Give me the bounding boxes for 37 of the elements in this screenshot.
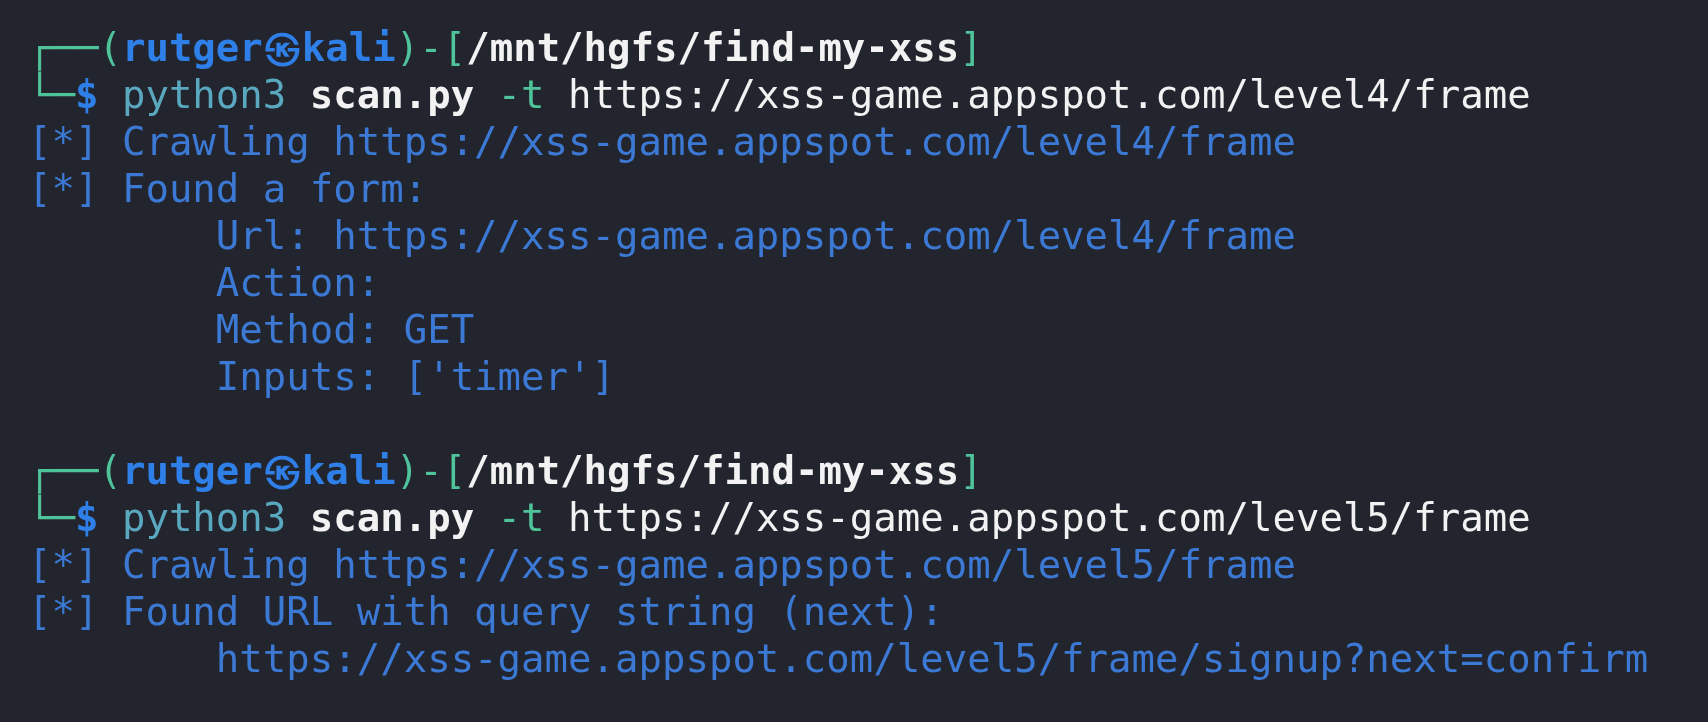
command-name: python3 — [121, 494, 287, 541]
status-marker: [*] — [28, 588, 99, 635]
prompt-frame: ┌──( — [28, 447, 122, 494]
command-argument: https://xss-game.appspot.com/level5/frame — [568, 494, 1531, 541]
prompt-frame: ] — [959, 24, 983, 71]
script-name: scan.py — [309, 494, 475, 541]
prompt-frame: ┌──( — [28, 24, 122, 71]
output-line: Method: GET — [215, 306, 475, 353]
status-marker: [*] — [28, 165, 99, 212]
prompt-frame: └─ — [28, 494, 75, 541]
command-name: python3 — [121, 71, 287, 118]
command-option: -t — [497, 71, 545, 118]
output-line: Url: https://xss-game.appspot.com/level4/frame — [215, 212, 1296, 259]
prompt-frame: └─ — [28, 71, 75, 118]
output-line: Action: — [215, 259, 381, 306]
output-line: Found URL with query string (next): — [121, 588, 944, 635]
output-line: Crawling https://xss-game.appspot.com/level4/frame — [121, 118, 1296, 165]
working-directory: /mnt/hgfs/find-my-xss — [466, 24, 960, 71]
command-option: -t — [497, 494, 545, 541]
prompt-separator: ㉿ — [262, 24, 302, 71]
status-marker: [*] — [28, 541, 99, 588]
prompt-separator: ㉿ — [262, 447, 302, 494]
host-name: kali — [301, 24, 396, 71]
prompt-frame: )-[ — [395, 447, 467, 494]
output-line: Crawling https://xss-game.appspot.com/level5/frame — [121, 541, 1296, 588]
status-marker: [*] — [28, 118, 99, 165]
output-line: Inputs: ['timer'] — [215, 353, 615, 400]
command-argument: https://xss-game.appspot.com/level4/frame — [568, 71, 1531, 118]
user-name: rutger — [121, 447, 263, 494]
script-name: scan.py — [309, 71, 475, 118]
output-line: https://xss-game.appspot.com/level5/frame/signup?next=confirm — [215, 635, 1649, 682]
prompt-frame: ] — [959, 447, 983, 494]
working-directory: /mnt/hgfs/find-my-xss — [466, 447, 960, 494]
prompt-frame: )-[ — [395, 24, 467, 71]
output-line: Found a form: — [121, 165, 428, 212]
user-name: rutger — [121, 24, 263, 71]
host-name: kali — [301, 447, 396, 494]
